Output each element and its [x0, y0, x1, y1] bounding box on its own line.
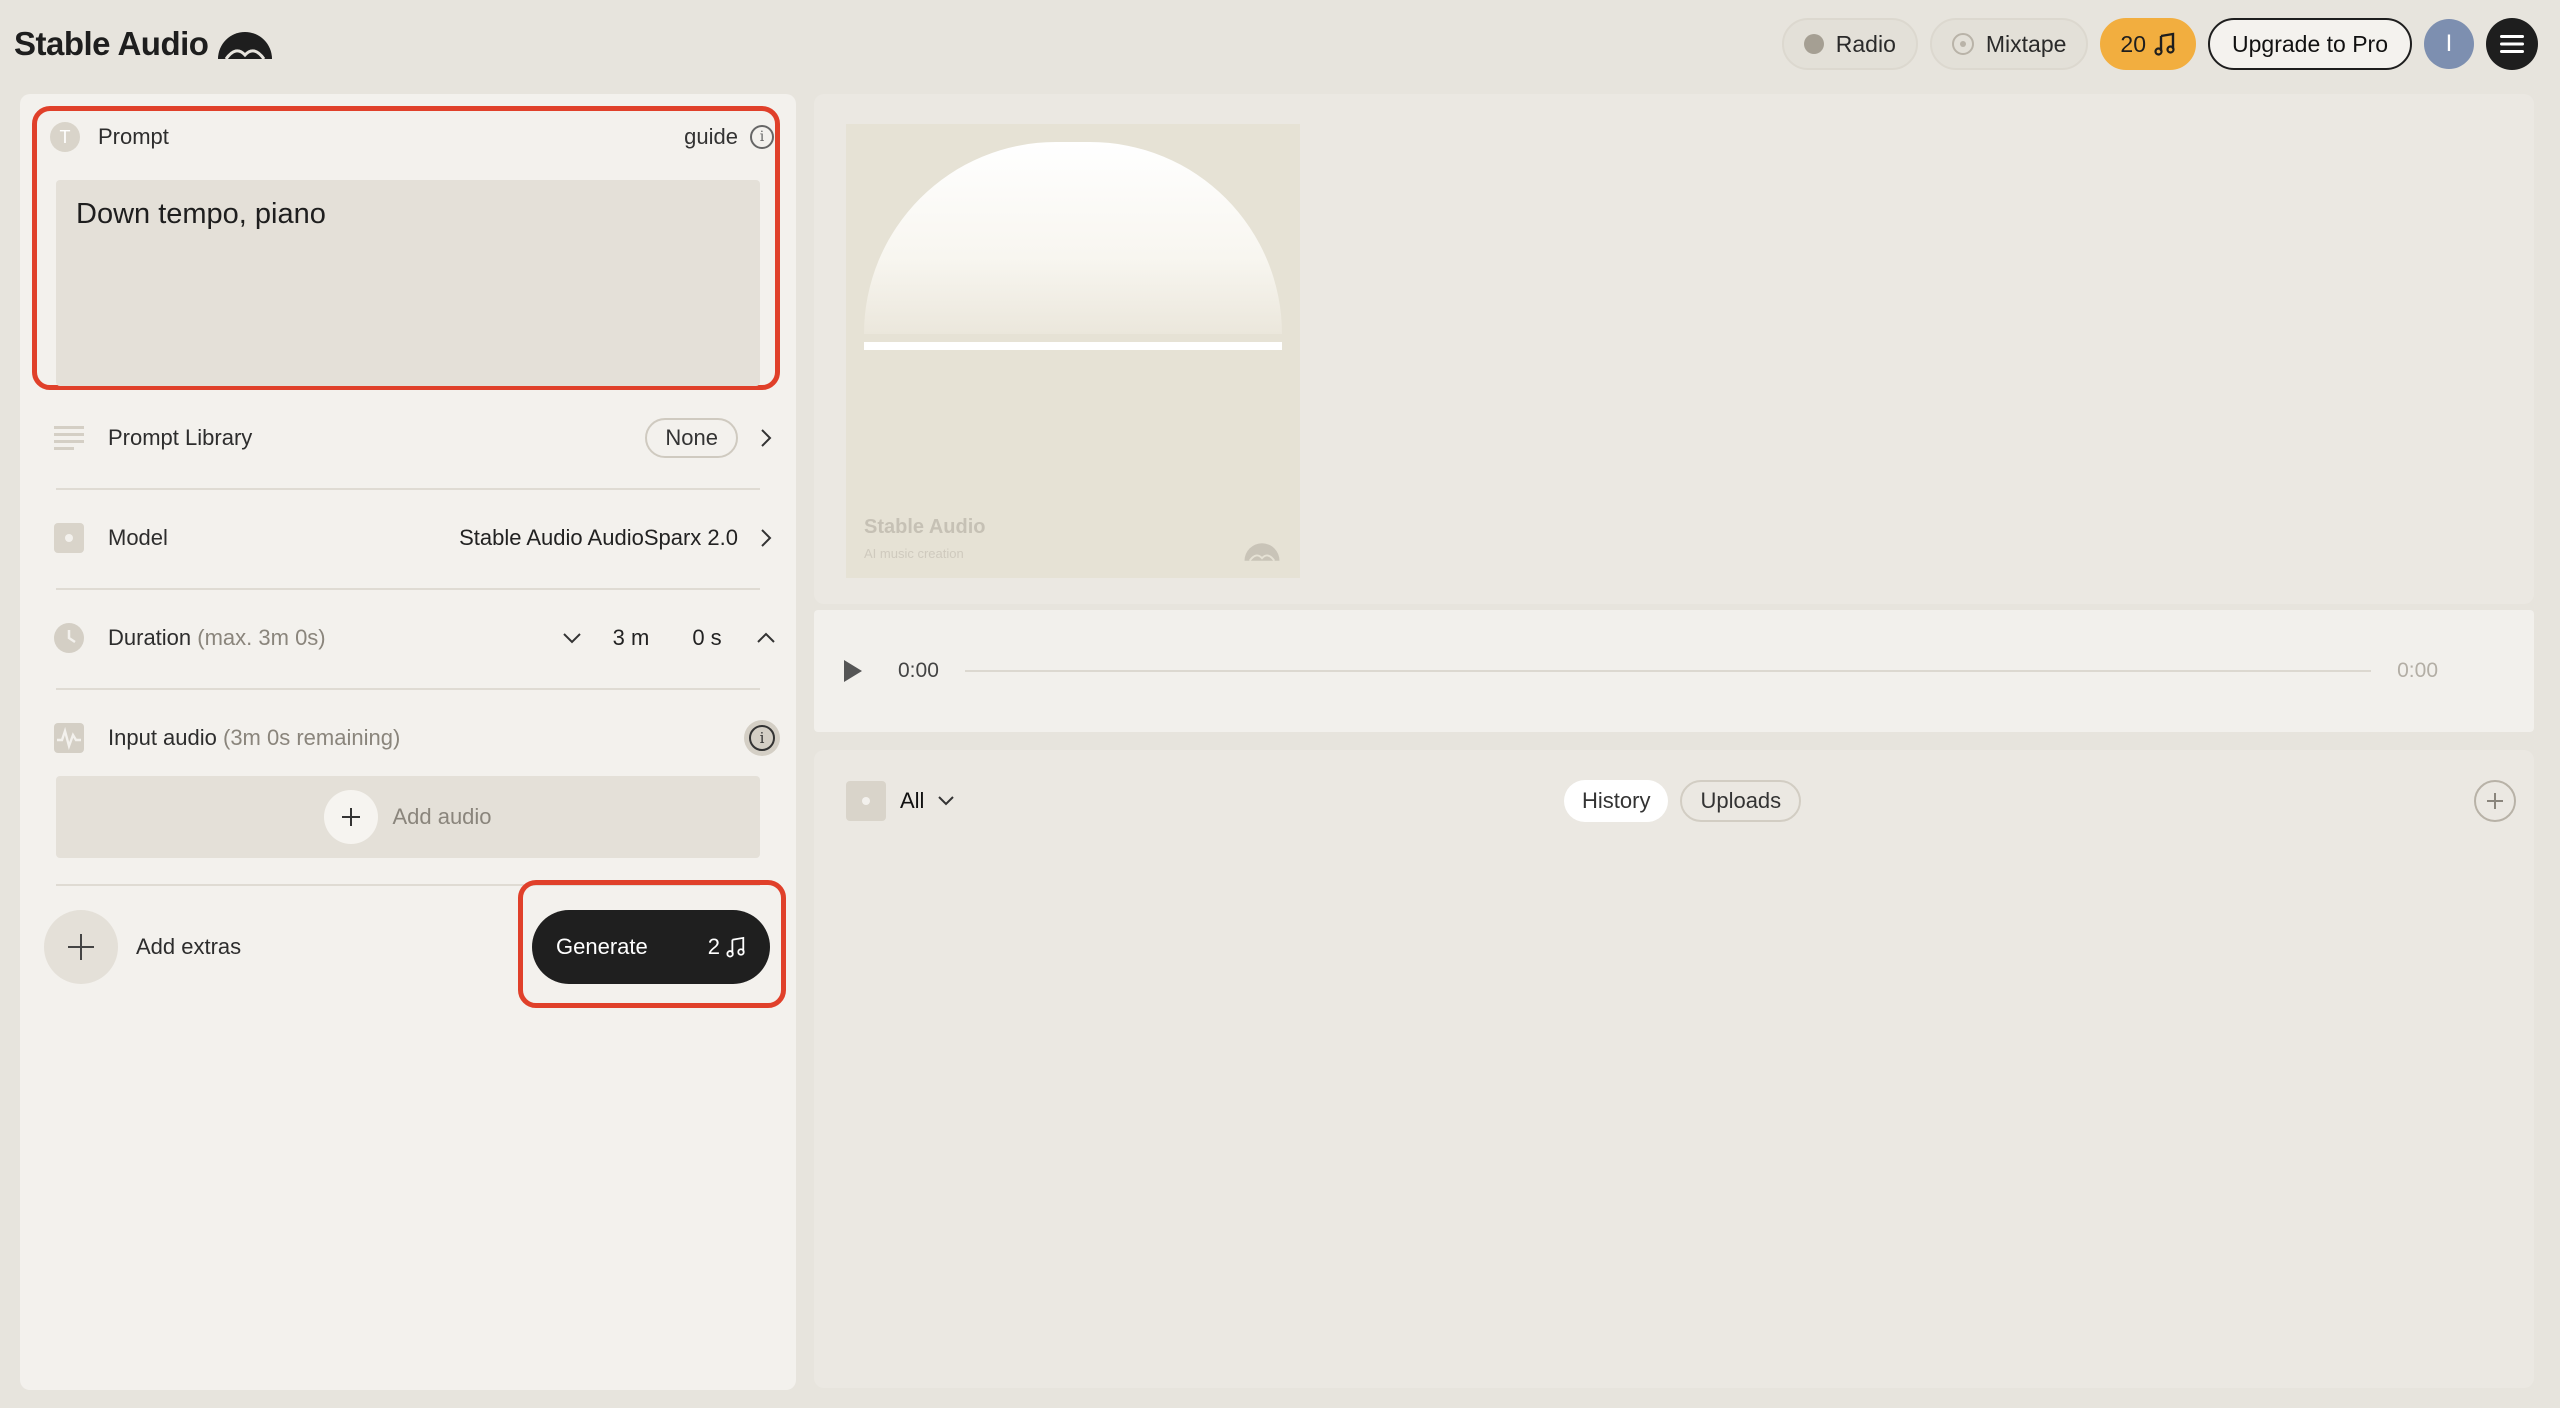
library-panel: All History Uploads [814, 750, 2534, 1388]
divider [56, 588, 760, 590]
current-time: 0:00 [898, 659, 939, 682]
chevron-up-icon[interactable] [752, 624, 780, 652]
model-label: Model [108, 525, 168, 550]
prompt-input[interactable]: Down tempo, piano [56, 180, 760, 386]
generate-cost: 2 [707, 934, 720, 959]
app-logo[interactable]: Stable Audio [14, 24, 274, 64]
duration-seconds[interactable]: 0 s [676, 625, 738, 651]
radio-button[interactable]: Radio [1781, 18, 1918, 70]
tab-history[interactable]: History [1564, 780, 1669, 822]
plus-icon [324, 790, 379, 844]
add-audio-button[interactable]: Add audio [56, 776, 760, 858]
duration-label: Duration (max. 3m 0s) [108, 625, 326, 650]
plus-icon [44, 910, 118, 984]
cover-subtitle: AI music creation [864, 546, 964, 561]
logo-mark-icon [218, 32, 273, 60]
input-audio-row: Input audio (3m 0s remaining) i [54, 708, 780, 768]
music-note-icon [726, 936, 745, 958]
clock-icon [54, 623, 84, 653]
duration-row: Duration (max. 3m 0s) 3 m 0 s [54, 608, 780, 668]
input-audio-hint: (3m 0s remaining) [223, 725, 401, 750]
guide-label: guide [684, 124, 738, 149]
upgrade-button[interactable]: Upgrade to Pro [2208, 18, 2412, 70]
audio-player: 0:00 0:00 [814, 610, 2534, 732]
add-extras-button[interactable]: Add extras [44, 910, 241, 984]
menu-icon [2500, 35, 2524, 53]
add-library-button[interactable] [2474, 780, 2516, 822]
filter-label: All [900, 788, 925, 813]
mixtape-label: Mixtape [1985, 30, 2067, 57]
filter-dropdown[interactable]: All [846, 781, 960, 821]
input-audio-label: Input audio (3m 0s remaining) [108, 725, 401, 750]
cover-horizon [864, 342, 1282, 350]
music-note-icon [2154, 32, 2175, 56]
chevron-down-icon[interactable] [558, 624, 586, 652]
progress-track[interactable] [964, 670, 2372, 672]
filter-icon [846, 781, 886, 821]
input-audio-info-button[interactable]: i [744, 720, 780, 756]
generate-label: Generate [556, 934, 648, 959]
info-icon: i [750, 125, 774, 149]
credits-badge[interactable]: 20 [2100, 18, 2197, 70]
model-row[interactable]: Model Stable Audio AudioSparx 2.0 [54, 508, 780, 568]
waveform-icon [54, 723, 84, 753]
avatar[interactable]: I [2424, 19, 2474, 69]
menu-button[interactable] [2486, 18, 2538, 70]
plus-icon [2487, 793, 2503, 809]
prompt-label: Prompt [98, 124, 169, 149]
credits-count: 20 [2120, 30, 2147, 57]
logo-mark-icon [1244, 543, 1280, 562]
duration-hint: (max. 3m 0s) [197, 625, 326, 650]
total-time: 0:00 [2397, 659, 2438, 682]
play-icon[interactable] [844, 660, 862, 682]
prompt-library-value[interactable]: None [645, 418, 738, 458]
cover-art: Stable Audio AI music creation [846, 124, 1300, 578]
divider [56, 488, 760, 490]
mixtape-button[interactable]: Mixtape [1929, 18, 2089, 70]
cover-sun [864, 142, 1282, 334]
radio-label: Radio [1835, 30, 1896, 57]
prompt-library-row[interactable]: Prompt Library None [54, 408, 780, 468]
cover-title: Stable Audio [864, 516, 986, 538]
chevron-right-icon [761, 529, 772, 547]
duration-minutes[interactable]: 3 m [600, 625, 662, 651]
add-audio-label: Add audio [392, 804, 492, 829]
top-bar: Stable Audio Radio Mixtape 20 Upgrade to… [0, 0, 2560, 88]
settings-panel: T Prompt guide i Down tempo, piano Promp… [20, 94, 796, 1390]
info-icon: i [749, 725, 775, 751]
tab-uploads[interactable]: Uploads [1680, 780, 1802, 822]
app-name: Stable Audio [14, 25, 209, 62]
list-icon [54, 426, 84, 450]
prompt-library-label: Prompt Library [108, 425, 253, 450]
chevron-down-icon [938, 796, 955, 806]
text-icon: T [50, 122, 80, 152]
radio-dot-icon [1803, 34, 1824, 54]
add-extras-label: Add extras [136, 934, 242, 959]
generate-button[interactable]: Generate 2 [532, 910, 770, 984]
chevron-right-icon [761, 429, 772, 447]
model-value: Stable Audio AudioSparx 2.0 [459, 525, 738, 550]
guide-link[interactable]: guide i [684, 124, 774, 150]
divider [56, 688, 760, 690]
mixtape-icon [1951, 33, 1974, 55]
model-icon [54, 523, 84, 553]
prompt-header: T Prompt guide i [50, 122, 774, 152]
